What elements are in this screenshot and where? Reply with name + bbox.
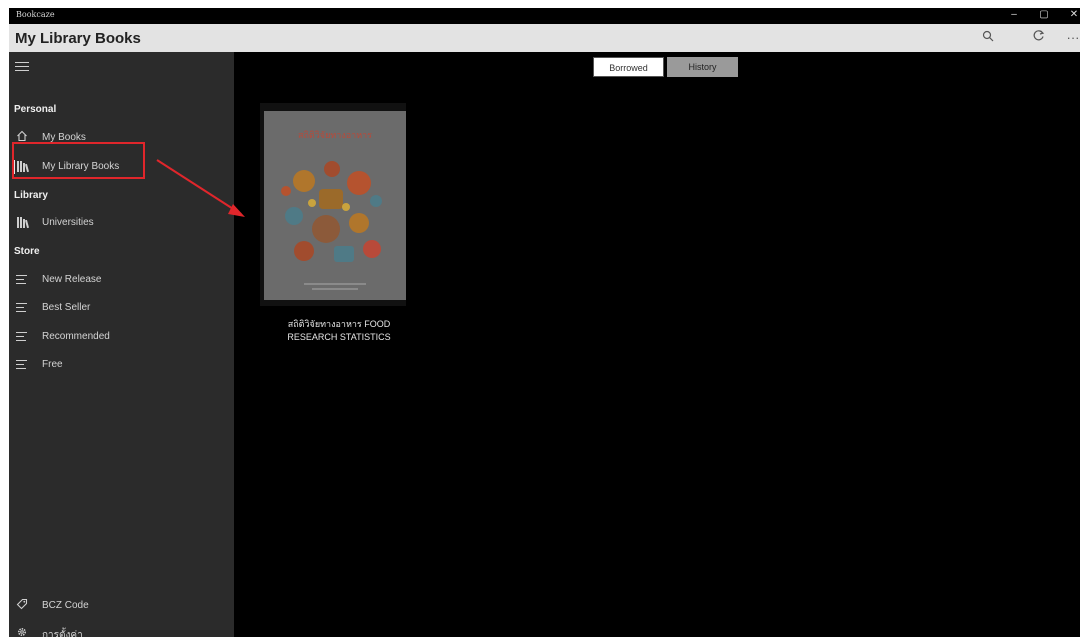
page-title: My Library Books — [15, 30, 141, 47]
main-content: Borrowed History สถิติวิจัยทางอาหาร สถิต… — [234, 52, 1080, 637]
title-bar: Bookcaze – ▢ ✕ — [9, 8, 1080, 24]
refresh-icon[interactable] — [1026, 28, 1050, 48]
minimize-button[interactable]: – — [1001, 8, 1027, 24]
hamburger-menu-icon[interactable] — [15, 62, 29, 76]
section-heading-store: Store — [14, 246, 40, 257]
list-icon — [16, 360, 27, 370]
tag-icon — [15, 598, 29, 612]
search-icon[interactable] — [976, 28, 1000, 48]
book-cover-image[interactable]: สถิติวิจัยทางอาหาร — [264, 111, 406, 300]
maximize-button[interactable]: ▢ — [1031, 8, 1057, 24]
sidebar-item-settings[interactable]: การตั้งค่า — [9, 623, 234, 637]
gear-icon — [15, 626, 29, 637]
section-heading-library: Library — [14, 190, 48, 201]
sidebar-item-new-release[interactable]: New Release — [9, 269, 234, 291]
sidebar-item-label: BCZ Code — [42, 600, 89, 611]
list-icon — [16, 303, 27, 313]
tab-history[interactable]: History — [667, 57, 738, 77]
more-button[interactable]: ··· — [1061, 28, 1080, 48]
sidebar-item-recommended[interactable]: Recommended — [9, 326, 234, 348]
book-title-line: สถิติวิจัยทางอาหาร FOOD — [287, 319, 391, 329]
book-title[interactable]: สถิติวิจัยทางอาหาร FOOD RESEARCH STATIST… — [260, 318, 418, 344]
sidebar-item-bcz-code[interactable]: BCZ Code — [9, 595, 234, 617]
sidebar-item-label: Recommended — [42, 331, 110, 342]
sidebar-item-label: Universities — [42, 217, 94, 228]
page-header: My Library Books ··· — [9, 24, 1080, 52]
list-icon — [16, 332, 27, 342]
close-button[interactable]: ✕ — [1061, 8, 1080, 24]
section-heading-personal: Personal — [14, 104, 57, 115]
books-icon — [17, 217, 30, 229]
app-title: Bookcaze — [16, 10, 55, 19]
book-title-line: RESEARCH STATISTICS — [287, 332, 391, 342]
sidebar-item-label: Best Seller — [42, 302, 91, 313]
book-cover-illustration: สถิติวิจัยทางอาหาร — [264, 111, 406, 300]
sidebar-item-free[interactable]: Free — [9, 354, 234, 376]
sidebar-item-best-seller[interactable]: Best Seller — [9, 297, 234, 319]
sidebar-item-label: การตั้งค่า — [42, 630, 83, 637]
book-cover-title: สถิติวิจัยทางอาหาร — [298, 130, 372, 141]
tab-borrowed[interactable]: Borrowed — [593, 57, 664, 77]
sidebar: Personal My Books My Library Books Libra… — [9, 52, 234, 637]
sidebar-item-label: Free — [42, 359, 63, 370]
list-icon — [16, 275, 27, 285]
annotation-highlight-box — [12, 142, 145, 179]
app-window: Bookcaze – ▢ ✕ My Library Books ··· Pers… — [9, 8, 1080, 637]
annotation-arrow-icon — [156, 159, 245, 217]
sidebar-item-label: New Release — [42, 274, 102, 285]
